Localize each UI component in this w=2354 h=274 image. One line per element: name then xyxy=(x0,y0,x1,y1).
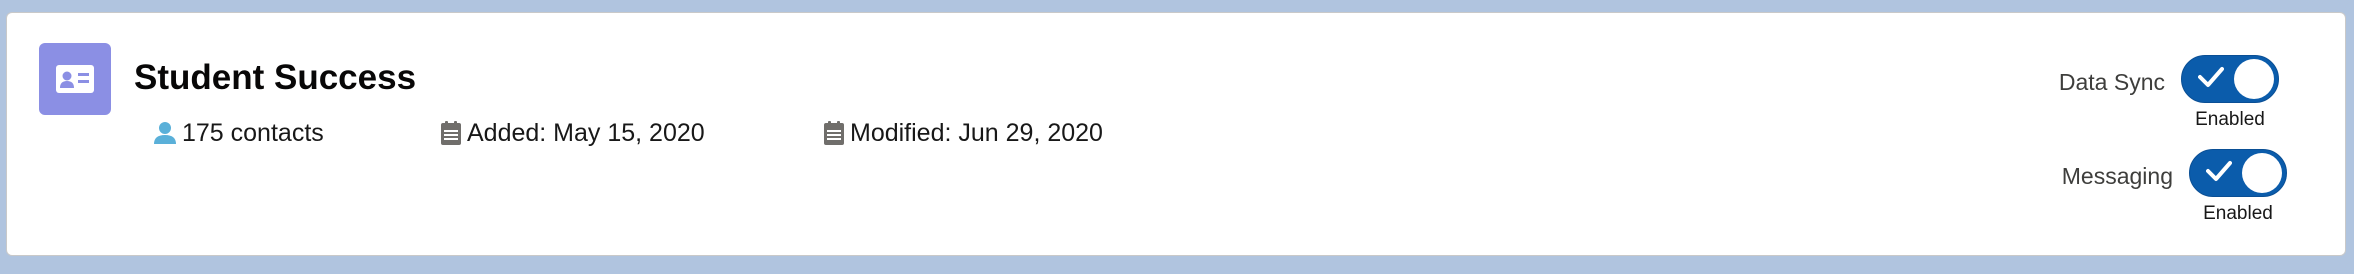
data-sync-setting: Data Sync Enabled xyxy=(2059,55,2279,129)
messaging-toggle-group: Enabled xyxy=(2189,149,2287,223)
data-sync-label: Data Sync xyxy=(2058,69,2165,95)
contact-card-icon xyxy=(39,43,111,115)
user-icon xyxy=(154,121,176,145)
segment-card: Student Success 175 contacts Added: May … xyxy=(6,12,2346,256)
contacts-count: 175 contacts xyxy=(154,113,324,153)
toggle-knob xyxy=(2234,59,2274,99)
messaging-toggle[interactable] xyxy=(2189,149,2287,197)
messaging-setting: Messaging Enabled xyxy=(2062,149,2287,223)
added-date: Added: May 15, 2020 xyxy=(441,113,705,153)
calendar-icon xyxy=(441,121,461,145)
data-sync-toggle-group: Enabled xyxy=(2181,55,2279,129)
contacts-count-text: 175 contacts xyxy=(182,118,324,147)
segment-title: Student Success xyxy=(134,58,417,97)
check-icon xyxy=(2206,160,2232,187)
check-icon xyxy=(2198,66,2224,93)
added-date-text: Added: May 15, 2020 xyxy=(467,118,705,147)
messaging-status: Enabled xyxy=(2203,203,2273,224)
messaging-label: Messaging xyxy=(2061,163,2173,189)
toggle-knob xyxy=(2242,153,2282,193)
calendar-icon xyxy=(824,121,844,145)
modified-date: Modified: Jun 29, 2020 xyxy=(824,113,1103,153)
modified-date-text: Modified: Jun 29, 2020 xyxy=(850,118,1103,147)
data-sync-toggle[interactable] xyxy=(2181,55,2279,103)
data-sync-status: Enabled xyxy=(2195,109,2265,130)
